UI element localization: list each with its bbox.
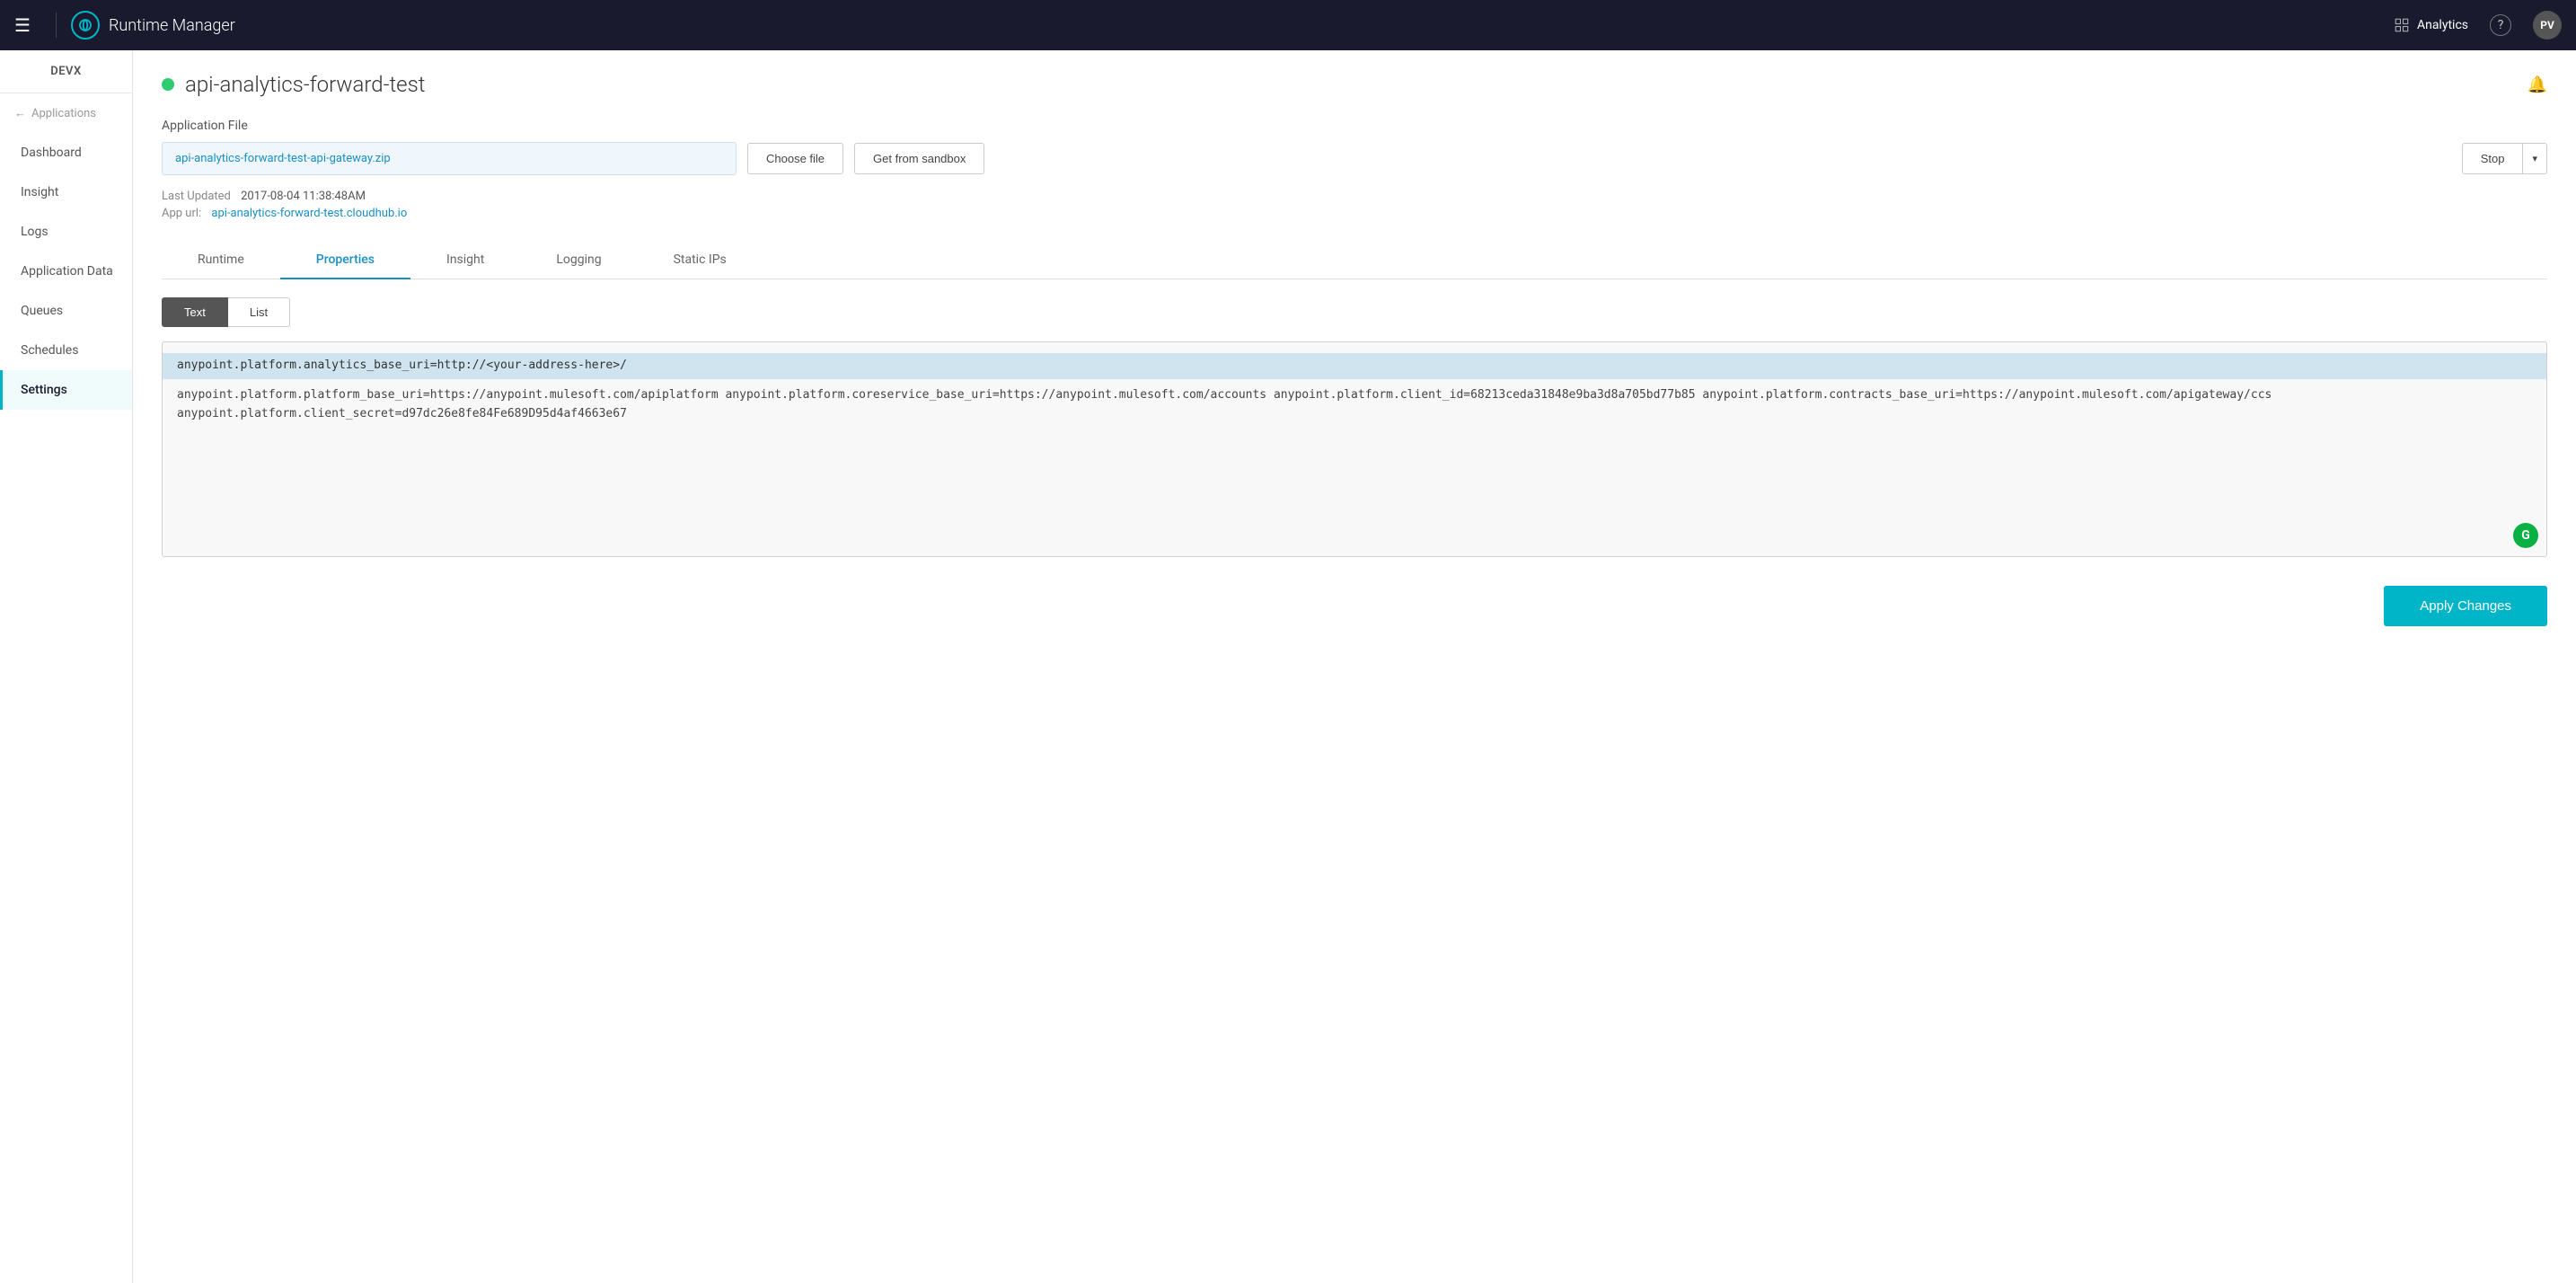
- sidebar-item-insight[interactable]: Insight: [0, 173, 132, 212]
- tab-runtime[interactable]: Runtime: [162, 242, 280, 279]
- help-button[interactable]: ?: [2490, 14, 2511, 36]
- properties-textarea-wrapper: anypoint.platform.analytics_base_uri=htt…: [162, 341, 2547, 557]
- list-toggle-button[interactable]: List: [228, 297, 290, 327]
- sidebar-nav: Dashboard Insight Logs Application Data …: [0, 133, 132, 410]
- stop-dropdown-button[interactable]: ▾: [2522, 143, 2547, 174]
- app-url-link[interactable]: api-analytics-forward-test.cloudhub.io: [211, 207, 407, 220]
- sidebar-item-queues[interactable]: Queues: [0, 291, 132, 331]
- main-content: api-analytics-forward-test 🔔 Application…: [133, 50, 2576, 1283]
- last-updated-row: Last Updated 2017-08-04 11:38:48AM: [162, 190, 2547, 203]
- properties-text-content: anypoint.platform.platform_base_uri=http…: [177, 388, 2272, 420]
- application-file-label: Application File: [162, 119, 2547, 133]
- nav-right: Analytics ? PV: [2394, 11, 2562, 40]
- back-label: Applications: [31, 107, 96, 120]
- highlighted-property-line: anypoint.platform.analytics_base_uri=htt…: [163, 353, 2546, 379]
- tab-insight[interactable]: Insight: [410, 242, 520, 279]
- grammarly-icon[interactable]: G: [2513, 523, 2538, 548]
- logo-icon: [71, 11, 100, 40]
- back-to-applications[interactable]: ← Applications: [0, 93, 132, 133]
- footer-actions: Apply Changes: [162, 579, 2547, 626]
- app-name: api-analytics-forward-test: [185, 72, 425, 97]
- app-url-row: App url: api-analytics-forward-test.clou…: [162, 207, 2547, 220]
- text-toggle-button[interactable]: Text: [162, 297, 228, 327]
- tab-properties[interactable]: Properties: [280, 242, 410, 279]
- bell-icon[interactable]: 🔔: [2527, 75, 2547, 94]
- properties-textarea[interactable]: anypoint.platform.analytics_base_uri=htt…: [162, 341, 2547, 557]
- tab-static-ips[interactable]: Static IPs: [638, 242, 763, 279]
- stop-group: Stop ▾: [2462, 143, 2547, 174]
- app-logo: Runtime Manager: [71, 11, 235, 40]
- last-updated-label: Last Updated: [162, 190, 231, 203]
- status-indicator: [162, 78, 174, 91]
- analytics-label: Analytics: [2417, 18, 2468, 32]
- view-toggle: Text List: [162, 297, 2547, 327]
- sidebar-item-logs[interactable]: Logs: [0, 212, 132, 252]
- get-from-sandbox-button[interactable]: Get from sandbox: [854, 143, 984, 174]
- analytics-link[interactable]: Analytics: [2394, 17, 2468, 33]
- tab-logging[interactable]: Logging: [520, 242, 637, 279]
- hamburger-icon[interactable]: ☰: [14, 14, 31, 36]
- choose-file-button[interactable]: Choose file: [747, 143, 843, 174]
- file-name-display: api-analytics-forward-test-api-gateway.z…: [162, 142, 737, 175]
- sidebar-item-application-data[interactable]: Application Data: [0, 252, 132, 291]
- back-arrow-icon: ←: [14, 106, 26, 120]
- file-row: api-analytics-forward-test-api-gateway.z…: [162, 142, 2547, 175]
- analytics-icon: [2394, 17, 2410, 33]
- last-updated-value: 2017-08-04 11:38:48AM: [241, 190, 366, 203]
- user-avatar[interactable]: PV: [2533, 11, 2562, 40]
- stop-button[interactable]: Stop: [2462, 143, 2523, 174]
- meta-info: Last Updated 2017-08-04 11:38:48AM App u…: [162, 190, 2547, 220]
- org-label: DEVX: [0, 50, 132, 93]
- app-header: api-analytics-forward-test 🔔: [162, 72, 2547, 97]
- app-url-label: App url:: [162, 207, 201, 220]
- apply-changes-button[interactable]: Apply Changes: [2384, 586, 2547, 626]
- app-title: Runtime Manager: [109, 16, 235, 35]
- tabs: Runtime Properties Insight Logging Stati…: [162, 242, 2547, 279]
- sidebar-item-dashboard[interactable]: Dashboard: [0, 133, 132, 173]
- top-nav: ☰ Runtime Manager Analytics ? PV: [0, 0, 2576, 50]
- sidebar-item-settings[interactable]: Settings: [0, 370, 132, 410]
- nav-divider: [56, 13, 57, 38]
- sidebar-item-schedules[interactable]: Schedules: [0, 331, 132, 370]
- sidebar: DEVX ← Applications Dashboard Insight Lo…: [0, 50, 133, 1283]
